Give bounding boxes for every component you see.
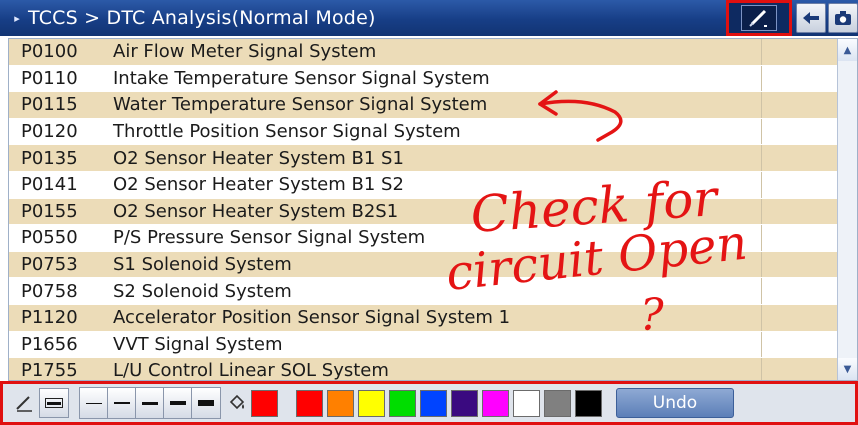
color-swatch[interactable] xyxy=(296,389,323,417)
dtc-row[interactable]: P0550 P/S Pressure Sensor Signal System xyxy=(9,225,857,252)
color-swatch[interactable] xyxy=(482,389,509,417)
dtc-description: S1 Solenoid System xyxy=(113,254,292,276)
dtc-row[interactable]: P0141 O2 Sensor Heater System B1 S2 xyxy=(9,171,857,199)
color-swatch[interactable] xyxy=(451,389,478,417)
color-swatch[interactable] xyxy=(544,389,571,417)
pen-tool-highlight xyxy=(726,0,792,36)
page-title: TCCS > DTC Analysis(Normal Mode) xyxy=(28,7,376,29)
line-width-5[interactable] xyxy=(192,388,220,418)
pen-icon xyxy=(16,396,32,412)
color-palette xyxy=(296,389,606,417)
dtc-row[interactable]: P0120 Throttle Position Sensor Signal Sys… xyxy=(9,118,857,146)
dtc-description: Intake Temperature Sensor Signal System xyxy=(113,67,490,89)
dtc-code: P1120 xyxy=(21,307,78,329)
dtc-code: P0115 xyxy=(21,94,78,116)
pen-tool-button[interactable] xyxy=(11,388,37,418)
line-width-current[interactable] xyxy=(39,388,69,418)
dtc-row[interactable]: P1656 VVT Signal System xyxy=(9,331,857,359)
paint-bucket-icon xyxy=(229,394,245,410)
dtc-row[interactable]: P0100 Air Flow Meter Signal System xyxy=(9,39,857,66)
line-width-2[interactable] xyxy=(108,388,136,418)
undo-button[interactable]: Undo xyxy=(616,388,734,418)
dtc-code: P0753 xyxy=(21,254,78,276)
color-swatch[interactable] xyxy=(327,389,354,417)
back-button[interactable] xyxy=(796,3,826,33)
color-swatch[interactable] xyxy=(513,389,540,417)
fill-button[interactable] xyxy=(225,388,249,418)
dtc-description: O2 Sensor Heater System B2S1 xyxy=(113,200,399,222)
dtc-code: P0120 xyxy=(21,121,78,143)
vertical-scrollbar[interactable]: ▲ ▼ xyxy=(837,39,857,380)
dtc-code: P0758 xyxy=(21,280,78,302)
dtc-description: Throttle Position Sensor Signal System xyxy=(113,121,461,143)
color-swatch[interactable] xyxy=(389,389,416,417)
color-swatch[interactable] xyxy=(420,389,447,417)
pen-icon xyxy=(749,9,767,27)
pen-toggle-button[interactable] xyxy=(741,5,777,31)
line-width-4[interactable] xyxy=(164,388,192,418)
dtc-row[interactable]: P1120 Accelerator Position Sensor Signal … xyxy=(9,304,857,332)
dtc-code: P0550 xyxy=(21,227,78,249)
title-bar: ▸ TCCS > DTC Analysis(Normal Mode) xyxy=(0,0,858,36)
scroll-down-icon[interactable]: ▼ xyxy=(838,358,857,380)
scroll-up-icon[interactable]: ▲ xyxy=(838,39,857,61)
dtc-description: Air Flow Meter Signal System xyxy=(113,41,377,63)
color-swatch[interactable] xyxy=(575,389,602,417)
drawing-toolbar: Undo xyxy=(0,381,858,425)
line-width-group xyxy=(79,387,221,419)
dtc-row[interactable]: P1755 L/U Control Linear SOL System xyxy=(9,358,857,381)
dtc-list[interactable]: P0100 Air Flow Meter Signal System P0110 In… xyxy=(8,38,858,381)
dtc-code: P0155 xyxy=(21,200,78,222)
dtc-code: P0110 xyxy=(21,67,78,89)
dtc-row[interactable]: P0758 S2 Solenoid System xyxy=(9,278,857,305)
current-color-swatch[interactable] xyxy=(251,389,278,417)
breadcrumb-arrow-icon: ▸ xyxy=(14,11,20,25)
dtc-description: O2 Sensor Heater System B1 S1 xyxy=(113,147,404,169)
dtc-row[interactable]: P0155 O2 Sensor Heater System B2S1 xyxy=(9,198,857,226)
dtc-code: P0135 xyxy=(21,147,78,169)
dtc-code: P0100 xyxy=(21,41,78,63)
back-arrow-icon xyxy=(803,12,819,24)
camera-button[interactable] xyxy=(828,3,858,33)
dtc-description: Water Temperature Sensor Signal System xyxy=(113,94,488,116)
dtc-code: P1755 xyxy=(21,360,78,381)
dtc-code: P1656 xyxy=(21,333,78,355)
dtc-row[interactable]: P0135 O2 Sensor Heater System B1 S1 xyxy=(9,145,857,172)
line-width-3[interactable] xyxy=(136,388,164,418)
line-width-1[interactable] xyxy=(80,388,108,418)
dtc-description: O2 Sensor Heater System B1 S2 xyxy=(113,174,404,196)
dtc-description: Accelerator Position Sensor Signal Syste… xyxy=(113,307,511,329)
dtc-description: S2 Solenoid System xyxy=(113,280,292,302)
camera-icon xyxy=(835,11,851,25)
dtc-description: VVT Signal System xyxy=(113,333,283,355)
dtc-code: P0141 xyxy=(21,174,78,196)
color-swatch[interactable] xyxy=(358,389,385,417)
dtc-row[interactable]: P0110 Intake Temperature Sensor Signal Sy… xyxy=(9,65,857,93)
dtc-row[interactable]: P0115 Water Temperature Sensor Signal Sys… xyxy=(9,92,857,119)
dtc-description: L/U Control Linear SOL System xyxy=(113,360,389,381)
dtc-row[interactable]: P0753 S1 Solenoid System xyxy=(9,251,857,279)
dtc-description: P/S Pressure Sensor Signal System xyxy=(113,227,426,249)
